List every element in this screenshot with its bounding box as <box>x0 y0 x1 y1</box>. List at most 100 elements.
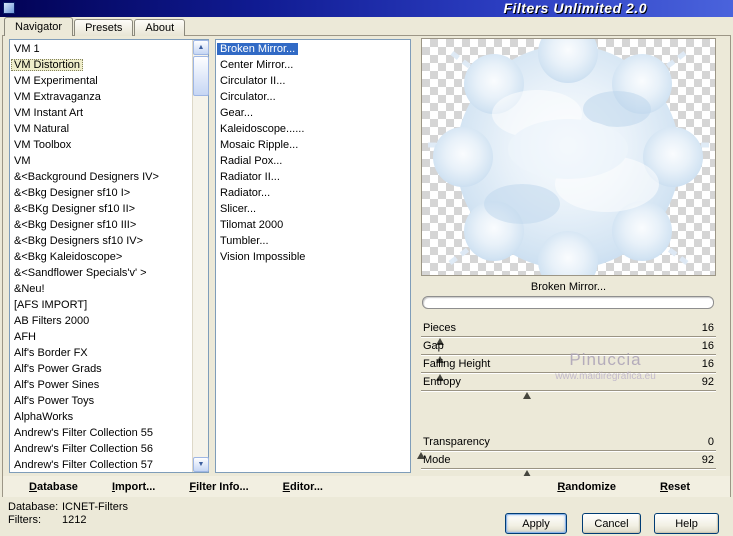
filter-item[interactable]: Tumbler... <box>216 233 410 249</box>
cancel-button[interactable]: Cancel <box>582 513 641 534</box>
parameter-slider[interactable] <box>421 390 716 399</box>
category-item[interactable]: &<BKg Designer sf10 II> <box>10 201 192 217</box>
category-item-label: AB Filters 2000 <box>14 315 90 327</box>
category-item[interactable]: AlphaWorks <box>10 409 192 425</box>
category-item[interactable]: Andrew's Filter Collection 55 <box>10 425 192 441</box>
toolbar-button[interactable]: Reset <box>660 481 690 493</box>
category-item[interactable]: &<Sandflower Specials'v' > <box>10 265 192 281</box>
parameter-value: 16 <box>701 358 714 370</box>
category-item[interactable]: [AFS IMPORT] <box>10 297 192 313</box>
filter-item-label: Slicer... <box>220 203 257 215</box>
category-item[interactable]: &<Background Designers IV> <box>10 169 192 185</box>
filter-list: Broken Mirror... Center Mirror... Circul… <box>216 41 410 472</box>
filter-item[interactable]: Gear... <box>216 105 410 121</box>
category-item[interactable]: AFH <box>10 329 192 345</box>
filter-item-label: Circulator II... <box>220 75 286 87</box>
parameter-row: Gap 16 <box>421 339 716 363</box>
filter-item[interactable]: Mosaic Ripple... <box>216 137 410 153</box>
preview-panel: Broken Mirror... Pieces 16 Gap 16 Fallin… <box>417 38 716 477</box>
filter-item[interactable]: Slicer... <box>216 201 410 217</box>
category-item[interactable]: &<Bkg Designers sf10 IV> <box>10 233 192 249</box>
category-item[interactable]: &<Bkg Kaleidoscope> <box>10 249 192 265</box>
scroll-down-icon[interactable]: ▼ <box>193 457 209 472</box>
parameter-label: Mode <box>423 454 451 466</box>
tab[interactable]: Navigator <box>4 17 74 36</box>
slider-thumb-icon[interactable] <box>523 392 532 399</box>
category-item[interactable]: Alf's Power Toys <box>10 393 192 409</box>
status-database-value: ICNET-Filters <box>62 501 128 513</box>
category-item-label: Andrew's Filter Collection 55 <box>14 427 154 439</box>
filter-item[interactable]: Radiator... <box>216 185 410 201</box>
titlebar[interactable]: Filters Unlimited 2.0 <box>0 0 733 17</box>
category-item-label: VM Distortion <box>11 59 84 71</box>
category-item[interactable]: AB Filters 2000 <box>10 313 192 329</box>
category-item[interactable]: VM 1 <box>10 41 192 57</box>
filter-item[interactable]: Tilomat 2000 <box>216 217 410 233</box>
parameter-group-bottom: Transparency 0 Mode 92 <box>417 435 716 477</box>
toolbar-button[interactable]: Filter Info... <box>189 481 248 493</box>
category-item[interactable]: Andrew's Filter Collection 56 <box>10 441 192 457</box>
filter-item-label: Broken Mirror... <box>217 43 299 55</box>
filter-item[interactable]: Vision Impossible <box>216 249 410 265</box>
toolbar-button[interactable]: Editor... <box>283 481 323 493</box>
category-listbox: VM 1 VM Distortion VM Experimental VM Ex… <box>9 39 209 473</box>
category-item[interactable]: &Neu! <box>10 281 192 297</box>
filter-item[interactable]: Broken Mirror... <box>216 41 410 57</box>
scroll-up-icon[interactable]: ▲ <box>193 40 209 55</box>
status-filters-label: Filters: <box>8 514 41 526</box>
category-item-label: Alf's Power Toys <box>14 395 95 407</box>
parameter-slider[interactable] <box>421 354 716 363</box>
parameter-value: 92 <box>701 454 714 466</box>
filter-item-label: Center Mirror... <box>220 59 294 71</box>
category-item[interactable]: &<Bkg Designer sf10 I> <box>10 185 192 201</box>
category-item[interactable]: Andrew's Filter Collection 57 <box>10 457 192 472</box>
category-item-label: &<Bkg Designer sf10 III> <box>14 219 137 231</box>
tab[interactable]: About <box>134 19 186 36</box>
scrollbar-thumb[interactable] <box>193 56 209 96</box>
filter-item[interactable]: Center Mirror... <box>216 57 410 73</box>
category-item[interactable]: VM Natural <box>10 121 192 137</box>
category-list: VM 1 VM Distortion VM Experimental VM Ex… <box>10 41 192 472</box>
category-item[interactable]: VM Extravaganza <box>10 89 192 105</box>
category-item[interactable]: &<Bkg Designer sf10 III> <box>10 217 192 233</box>
parameter-row: Mode 92 <box>421 453 716 477</box>
category-item[interactable]: VM Toolbox <box>10 137 192 153</box>
parameter-row: Falling Height 16 <box>421 357 716 381</box>
filter-item-label: Radial Pox... <box>220 155 283 167</box>
filter-item-label: Circulator... <box>220 91 276 103</box>
parameter-slider[interactable] <box>421 468 716 477</box>
parameter-group-top: Pieces 16 Gap 16 Falling Height 16 Entro… <box>421 321 716 399</box>
help-button[interactable]: Help <box>654 513 719 534</box>
category-item[interactable]: VM Distortion <box>10 57 192 73</box>
toolbar-button[interactable]: Database <box>29 481 78 493</box>
filter-item[interactable]: Circulator II... <box>216 73 410 89</box>
category-item-label: &<Sandflower Specials'v' > <box>14 267 147 279</box>
parameter-value: 16 <box>701 322 714 334</box>
category-item-label: Alf's Border FX <box>14 347 88 359</box>
category-item-label: VM <box>14 155 31 167</box>
category-item[interactable]: VM Instant Art <box>10 105 192 121</box>
filter-item[interactable]: Radiator II... <box>216 169 410 185</box>
category-item-label: &<BKg Designer sf10 II> <box>14 203 136 215</box>
parameter-slider[interactable] <box>421 372 716 381</box>
toolbar-button[interactable]: Import... <box>112 481 155 493</box>
category-scrollbar[interactable]: ▲ ▼ <box>192 40 209 472</box>
filter-item[interactable]: Radial Pox... <box>216 153 410 169</box>
filter-item[interactable]: Circulator... <box>216 89 410 105</box>
category-item[interactable]: Alf's Border FX <box>10 345 192 361</box>
toolbar-left-group: Database Import... Filter Info... Editor... <box>3 481 323 493</box>
category-item[interactable]: Alf's Power Grads <box>10 361 192 377</box>
category-item[interactable]: VM <box>10 153 192 169</box>
parameter-slider[interactable] <box>417 450 716 459</box>
preview-area[interactable] <box>421 38 716 276</box>
category-item-label: &Neu! <box>14 283 45 295</box>
tab[interactable]: Presets <box>74 19 134 36</box>
toolbar-button[interactable]: Randomize <box>557 481 616 493</box>
category-item[interactable]: Alf's Power Sines <box>10 377 192 393</box>
category-item-label: [AFS IMPORT] <box>14 299 88 311</box>
category-item[interactable]: VM Experimental <box>10 73 192 89</box>
apply-button[interactable]: Apply <box>505 513 567 534</box>
parameter-slider[interactable] <box>421 336 716 345</box>
category-item-label: Alf's Power Grads <box>14 363 102 375</box>
filter-item[interactable]: Kaleidoscope...... <box>216 121 410 137</box>
